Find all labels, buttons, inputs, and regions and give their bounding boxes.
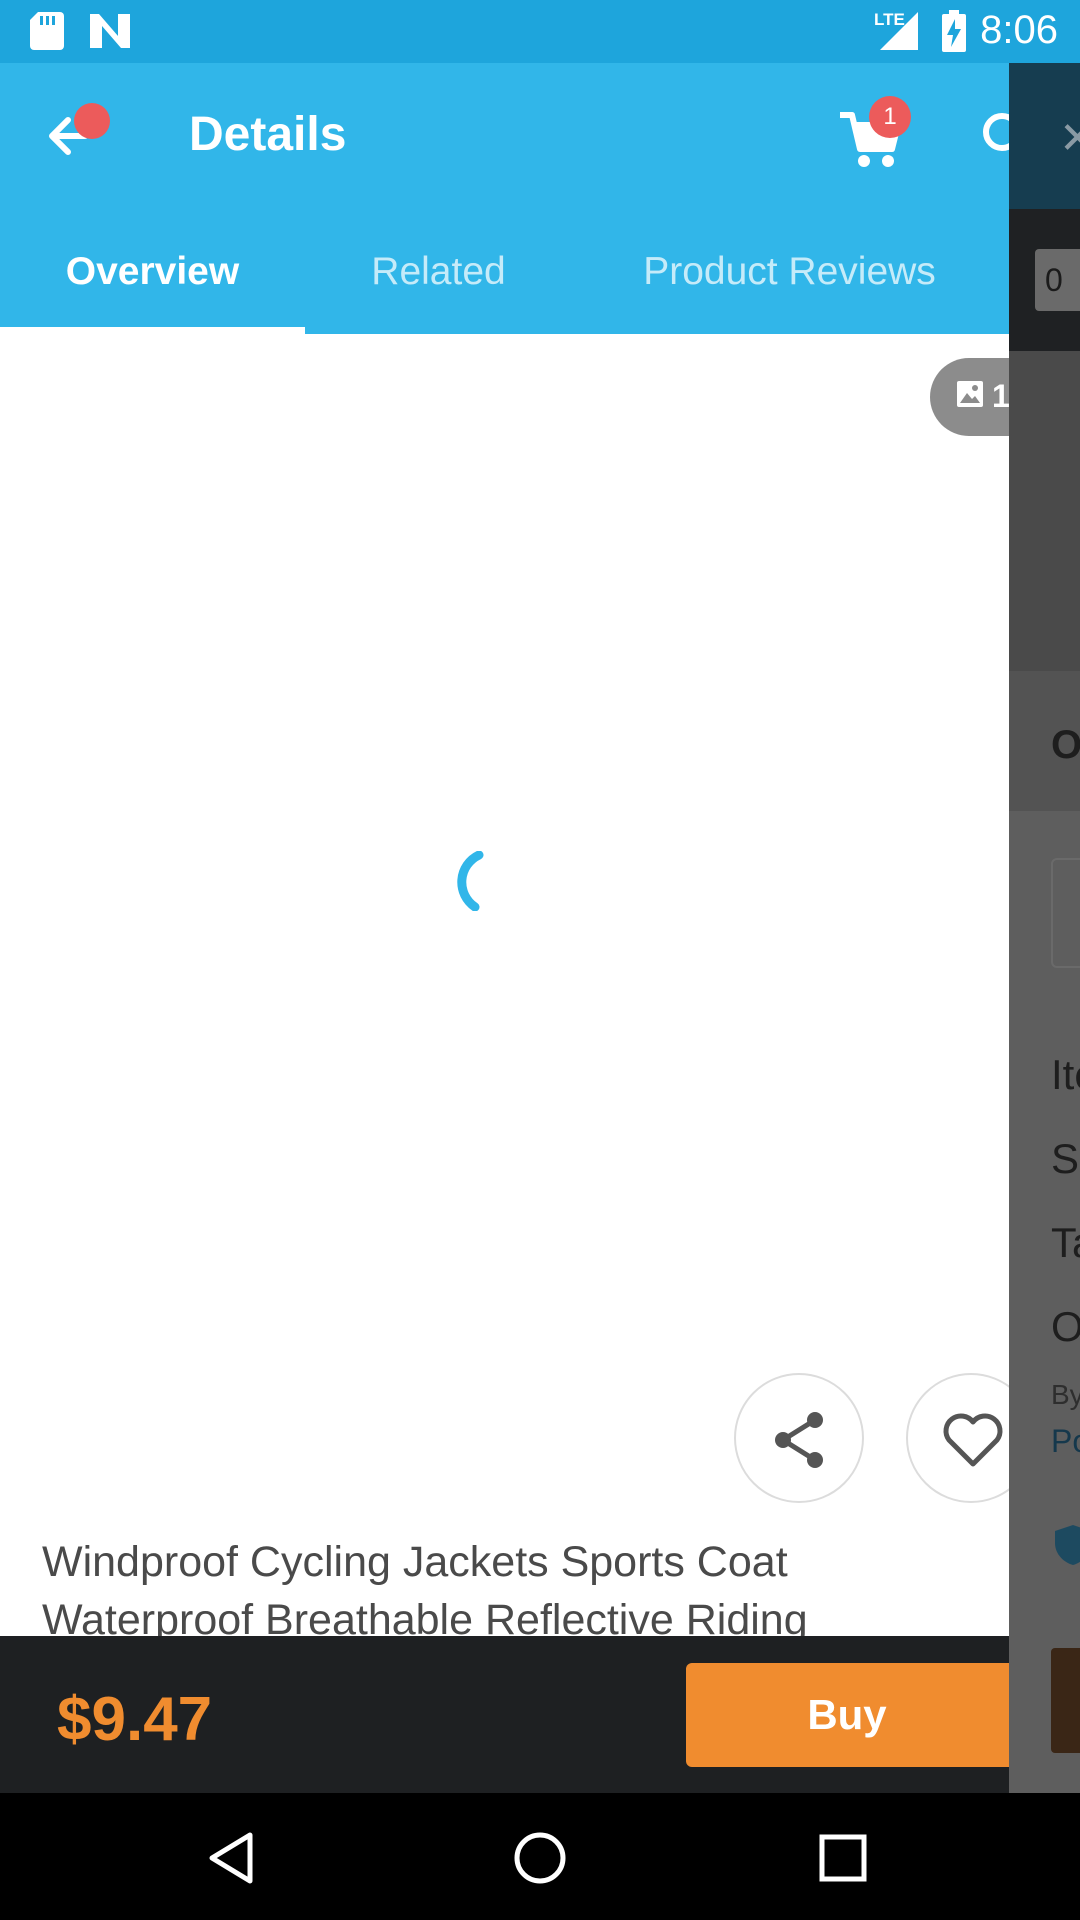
image-icon [957, 381, 983, 407]
close-icon[interactable]: ✕ [1059, 113, 1080, 164]
drawer-line-tax: Ta [1051, 1219, 1080, 1266]
product-image-gallery[interactable] [0, 334, 1009, 1534]
drawer-by-label: By [1051, 1379, 1080, 1410]
purchase-bar: $9.47 Buy [0, 1636, 1009, 1793]
product-title-line-1: Windproof Cycling Jackets Sports Coat [42, 1538, 788, 1586]
battery-charging-icon [942, 10, 966, 52]
recents-nav-icon[interactable] [808, 1823, 878, 1893]
signal-icon [880, 12, 918, 50]
drawer-line-order: O [1051, 1303, 1080, 1350]
side-drawer-overlay[interactable]: ✕ 0 O Ite S Ta O By Po [1009, 63, 1080, 1793]
quantity-field[interactable]: 0 [1035, 249, 1080, 311]
drawer-policy-link[interactable]: Po [1051, 1423, 1080, 1460]
tab-product-reviews[interactable]: Product Reviews [572, 209, 1007, 334]
product-price: $9.47 [57, 1685, 213, 1754]
search-icon[interactable] [978, 108, 1009, 168]
app-bar: Details 1 [0, 63, 1009, 209]
photo-count-text: 1 [992, 378, 1010, 414]
shield-icon [1055, 1525, 1080, 1565]
tab-overview[interactable]: Overview [0, 209, 305, 334]
sd-card-icon [30, 12, 64, 50]
drawer-heading: O [1051, 723, 1080, 767]
product-title: Windproof Cycling Jackets Sports Coat Wa… [42, 1533, 1002, 1649]
product-details-screen: Details 1 Overview Related Product Revie… [0, 63, 1009, 1793]
notification-dot [74, 103, 110, 139]
share-button[interactable] [734, 1373, 864, 1503]
system-nav-bar [0, 1793, 1080, 1920]
share-icon [775, 1412, 823, 1468]
status-time: 8:06 [980, 8, 1058, 52]
drawer-image-area [1009, 351, 1080, 671]
status-bar: LTE 8:06 [0, 0, 1080, 63]
drawer-input[interactable] [1051, 858, 1080, 968]
cart-count-badge: 1 [869, 96, 911, 138]
n-icon [90, 14, 130, 48]
active-tab-indicator [0, 327, 305, 334]
back-nav-icon[interactable] [200, 1823, 270, 1893]
drawer-line-shipping: S [1051, 1135, 1080, 1182]
heart-icon [943, 1413, 1003, 1467]
page-title: Details [189, 108, 347, 161]
drawer-confirm-button[interactable] [1051, 1648, 1080, 1753]
tab-related[interactable]: Related [305, 209, 572, 334]
home-nav-icon[interactable] [505, 1823, 575, 1893]
tab-bar: Overview Related Product Reviews [0, 209, 1009, 334]
buy-button[interactable]: Buy [686, 1663, 1009, 1767]
loading-spinner [457, 851, 484, 911]
drawer-line-item: Ite [1051, 1051, 1080, 1098]
